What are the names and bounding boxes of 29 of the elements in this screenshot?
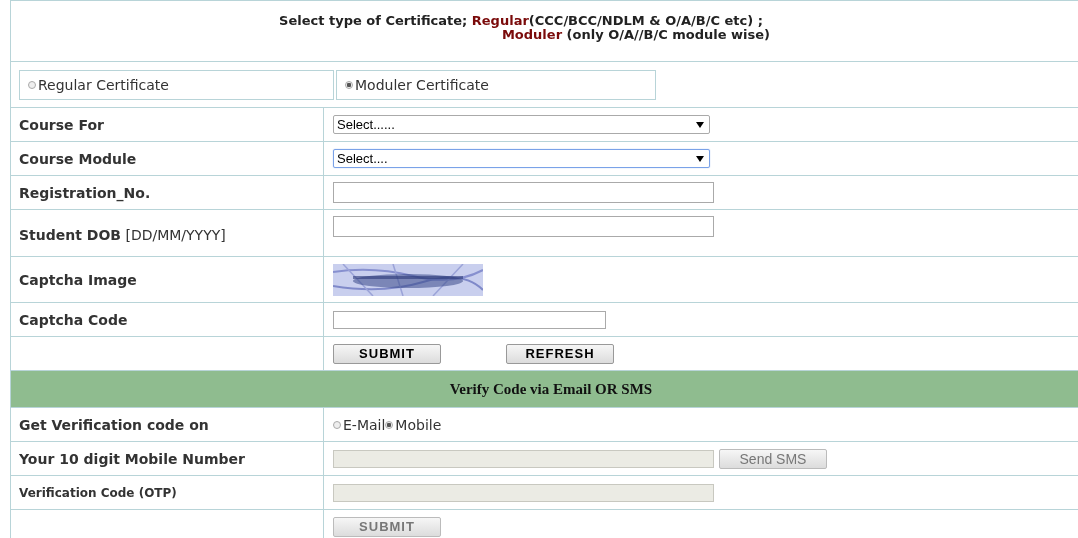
field-label: Captcha Image [19,271,137,288]
header-text: Select type of Certificate; Regular(CCC/BCC/NDLM & O/A/B/C etc) ; [279,14,763,28]
input-field[interactable] [333,310,606,329]
certificate-option[interactable]: Regular Certificate [19,69,334,100]
radio-button[interactable] [333,420,341,429]
header-text: Moduler (only O/A//B/C module wise) [501,28,771,42]
radio-button[interactable] [345,80,353,89]
field-label: Verification Code (OTP) [19,485,177,500]
form-button[interactable]: SUBMIT [333,343,441,364]
field-label: Registration_No. [19,184,151,201]
caret-icon [696,155,704,162]
dropdown[interactable]: Select.... [333,149,710,168]
field-label: Course For [19,116,104,133]
caret-icon [696,121,704,128]
input-field[interactable] [333,216,714,237]
field-label: Student DOB [DD/MM/YYYY] [19,227,226,243]
radio-button[interactable] [28,80,36,89]
field-label: Course Module [19,150,137,167]
field-label: Captcha Code [19,311,128,328]
radio-option[interactable]: E-Mail [333,416,386,433]
form-button[interactable]: REFRESH [506,343,614,364]
section-header: Verify Code via Email OR SMS [11,371,1078,408]
radio-option[interactable]: Mobile [385,416,442,433]
certificate-option[interactable]: Moduler Certificate [336,69,656,100]
dropdown[interactable]: Select...... [333,115,710,134]
input-field[interactable] [333,182,714,203]
field-label: Get Verification code on [19,416,209,433]
radio-button[interactable] [385,420,394,429]
field-label: Your 10 digit Mobile Number [19,450,245,467]
